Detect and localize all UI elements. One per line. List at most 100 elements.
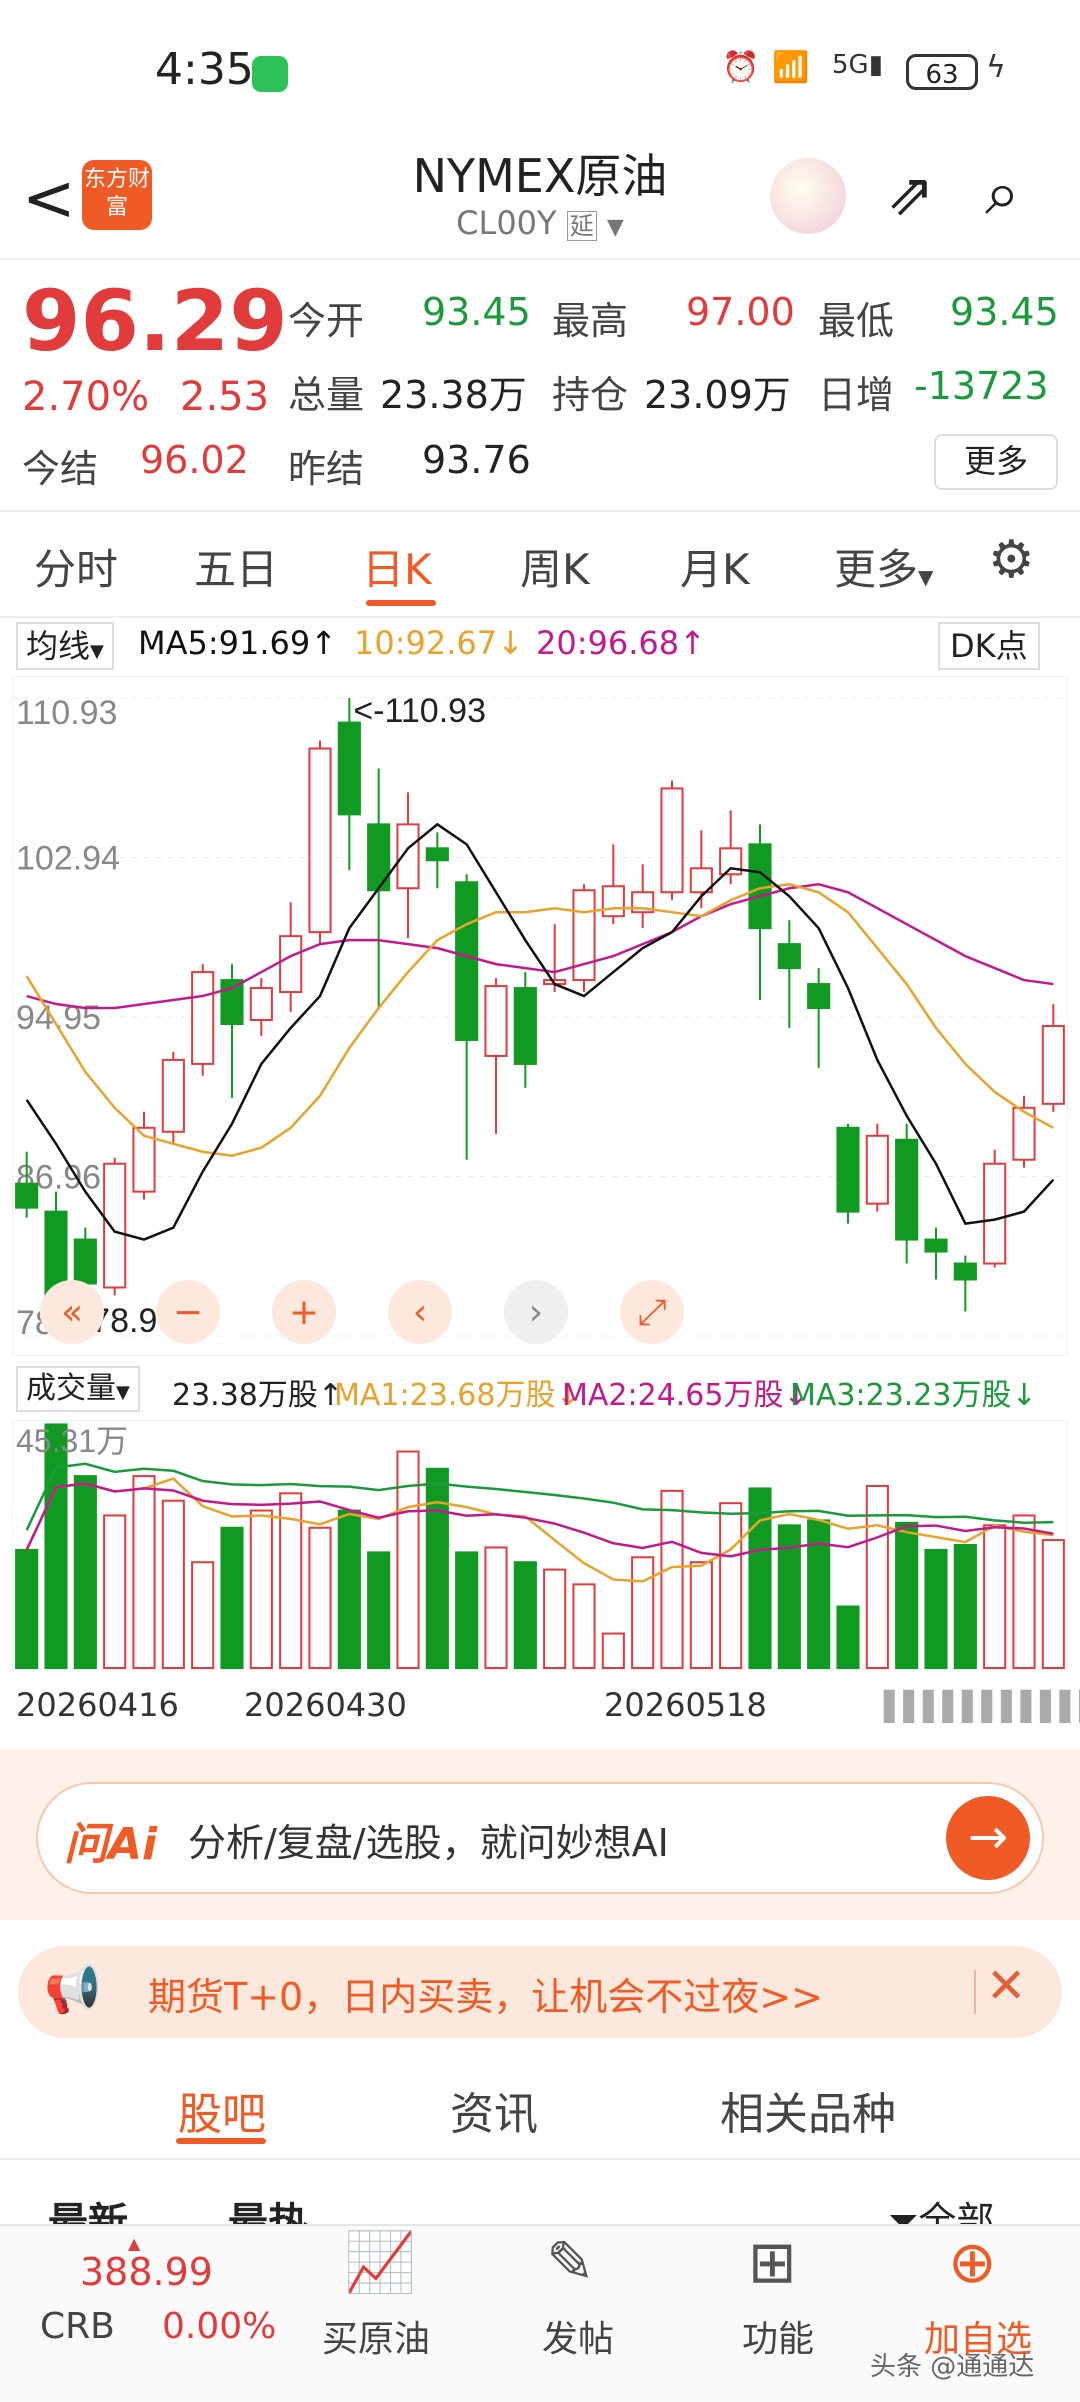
volume-bar (983, 1524, 1007, 1669)
active-tab-indicator (176, 2138, 266, 2144)
volume-max-label: 45.31万 (16, 1423, 128, 1459)
indicator-select-label: 均线 (26, 627, 91, 665)
candle-body (807, 983, 831, 1010)
tab-more-label: 更多 (834, 545, 919, 594)
candle-body (1041, 1024, 1065, 1105)
max-price-label: <-110.93 (353, 692, 486, 730)
volume-value: 23.38万 (380, 373, 527, 417)
crb-index-percent[interactable]: 0.00% (162, 2306, 276, 2347)
volume-bar (161, 1499, 185, 1669)
watermark: 头条 @通通达 (870, 2352, 1035, 2382)
tab-related-products[interactable]: 相关品种 (720, 2078, 896, 2142)
volume-bar (73, 1475, 97, 1670)
tab-five-day[interactable]: 五日 (194, 536, 278, 597)
volume-bar (308, 1526, 332, 1669)
candle-body (924, 1238, 948, 1253)
candle-body (425, 847, 449, 862)
dk-point-button[interactable]: DK点 (938, 622, 1040, 670)
high-label: 最高 (552, 299, 629, 343)
vol-ma1-value: MA1:23.68万股 (334, 1378, 556, 1413)
tab-day-k[interactable]: 日K (362, 536, 432, 597)
volume-indicator-select[interactable]: 成交量▼ (16, 1366, 140, 1412)
volume-bar (572, 1583, 596, 1669)
volume-bar (132, 1475, 156, 1670)
date-label: 20260518 (604, 1686, 767, 1724)
close-icon[interactable]: ✕ (986, 1958, 1026, 2014)
last-price: 96.29 (22, 272, 288, 370)
tab-stock-forum[interactable]: 股吧 (178, 2078, 266, 2142)
vol-ma3: MA3:23.23万股↓ (790, 1378, 1037, 1413)
candle-body (777, 943, 801, 970)
vol-ma1: MA1:23.68万股↓ (334, 1378, 581, 1413)
scroll-thumbnail[interactable]: ▌▌▌▌▌▌▌▌▌▌▌ (884, 1690, 1080, 1723)
volume-bar (249, 1509, 273, 1669)
vol-ma2-value: MA2:24.65万股 (562, 1378, 784, 1413)
plus-circle-icon[interactable]: ⊕ (948, 2228, 997, 2296)
settle-label: 今结 (22, 447, 99, 491)
battery-indicator: 63 (906, 54, 978, 90)
page-title: NYMEX原油 (412, 149, 668, 203)
ai-assistant-avatar[interactable] (770, 158, 846, 234)
volume-label: 总量 (288, 373, 365, 417)
tab-news[interactable]: 资讯 (450, 2078, 538, 2142)
tab-month-k[interactable]: 月K (680, 536, 750, 597)
tab-week-k[interactable]: 周K (520, 536, 590, 597)
volume-total: 23.38万股↑ (172, 1378, 344, 1413)
settle-value: 96.02 (140, 438, 249, 482)
scroll-right-button-icon: › (529, 1292, 543, 1333)
more-quote-button[interactable]: 更多 (934, 434, 1058, 490)
megaphone-icon: 📢 (44, 1962, 102, 2016)
grid-functions-icon[interactable]: ⊞ (748, 2228, 797, 2296)
search-icon[interactable]: ⌕ (985, 156, 1020, 230)
edit-post-icon[interactable]: ✎ (546, 2228, 595, 2296)
volume-bar (1012, 1514, 1036, 1670)
tab-more[interactable]: 更多▼ (834, 536, 933, 597)
tab-intraday[interactable]: 分时 (34, 536, 118, 597)
tabs-divider (0, 2158, 1080, 2160)
change-percent: 2.70% (22, 374, 150, 420)
nav-buy-oil[interactable]: 买原油 (322, 2310, 430, 2362)
volume-bar (455, 1551, 479, 1670)
scroll-start-button-icon: « (61, 1292, 83, 1333)
contract-code[interactable]: CL00Y 延 ▼ (300, 204, 780, 242)
volume-bar (865, 1484, 889, 1669)
indicator-select[interactable]: 均线▼ (16, 622, 114, 670)
nav-post[interactable]: 发帖 (542, 2310, 614, 2362)
ai-prompt-text[interactable]: 分析/复盘/选股，就问妙想AI (188, 1812, 669, 1867)
date-label: 20260416 (16, 1686, 179, 1724)
candle-body (73, 1238, 97, 1285)
nav-functions[interactable]: 功能 (742, 2310, 814, 2362)
wifi-icon: 📶 (772, 50, 810, 85)
tabs-divider (0, 616, 1080, 618)
chevron-down-icon: ▼ (606, 215, 624, 240)
share-icon[interactable]: ⇗ (886, 160, 935, 228)
volume-chart[interactable]: 45.31万 (12, 1420, 1068, 1670)
candle-body (836, 1126, 860, 1213)
candlestick-chart[interactable]: 110.93102.9494.9586.9678.97<-110.93<-78.… (12, 676, 1068, 1356)
volume-bar (15, 1548, 39, 1669)
quote-divider (0, 510, 1080, 512)
back-button[interactable]: < (22, 162, 76, 236)
volume-bar (924, 1548, 948, 1669)
candle-body (983, 1162, 1007, 1265)
signal-5g-icon: 5G▮ (832, 50, 883, 80)
candle-body (601, 885, 625, 918)
change-value: 2.53 (180, 374, 270, 420)
trade-chart-icon[interactable]: 📈 (344, 2228, 416, 2297)
volume-bar (543, 1568, 567, 1670)
crb-index-label[interactable]: CRB (40, 2306, 115, 2347)
volume-bar (689, 1561, 713, 1669)
gear-icon[interactable]: ⚙ (988, 530, 1035, 590)
arrow-right-icon[interactable]: → (946, 1796, 1030, 1880)
high-value: 97.00 (686, 290, 795, 334)
crb-index-value[interactable]: 388.99 (80, 2250, 213, 2294)
ma20-value: 20:96.68 (536, 624, 680, 662)
zoom-in-button-icon: + (289, 1292, 319, 1333)
promo-text[interactable]: 期货T+0，日内买卖，让机会不过夜>> (148, 1966, 823, 2021)
contract-code-label: CL00Y (456, 204, 557, 242)
volume-bar (191, 1561, 215, 1669)
open-interest-label: 持仓 (552, 373, 629, 417)
active-tab-indicator (366, 600, 436, 606)
chart-frame (12, 676, 1068, 1356)
volume-bar (631, 1556, 655, 1669)
